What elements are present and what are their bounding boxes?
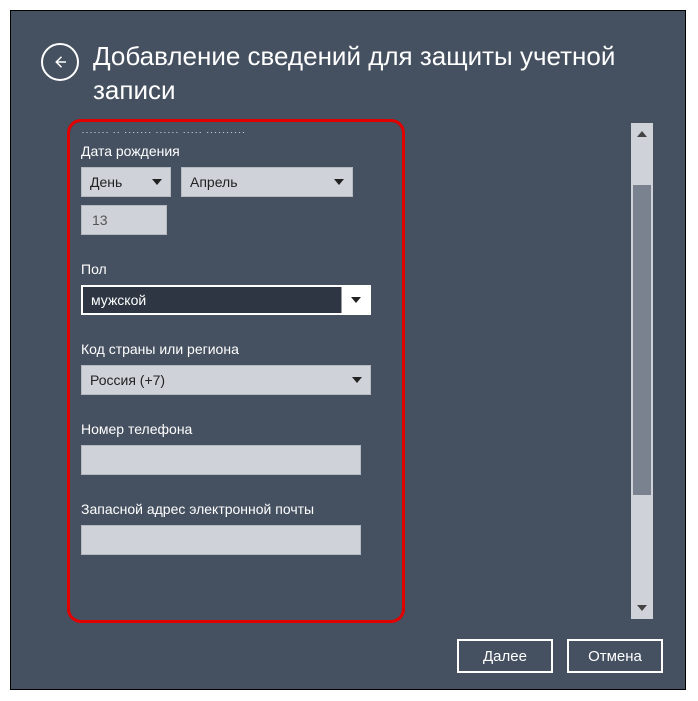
dob-month-select[interactable]: Апрель [181, 167, 353, 197]
phone-label: Номер телефона [81, 421, 391, 437]
scroll-track[interactable] [631, 145, 653, 597]
gender-group: Пол мужской [81, 261, 391, 315]
chevron-down-icon [352, 377, 362, 383]
footer-actions: Далее Отмена [457, 639, 663, 673]
country-value: Россия (+7) [90, 372, 165, 388]
gender-select[interactable]: мужской [81, 285, 371, 315]
chevron-up-icon [637, 131, 647, 137]
country-label: Код страны или региона [81, 341, 391, 357]
altemail-input[interactable] [81, 525, 361, 555]
account-form: ······· ·· ······· ······ ····· ········… [71, 123, 397, 555]
dob-month-value: Апрель [190, 174, 238, 190]
dob-group: Дата рождения День Апрель 13 [81, 143, 391, 235]
account-protection-window: Добавление сведений для защиты учетной з… [10, 10, 686, 690]
scroll-thumb[interactable] [633, 185, 651, 495]
gender-value: мужской [91, 292, 146, 308]
scroll-down-button[interactable] [631, 597, 653, 619]
altemail-group: Запасной адрес электронной почты [81, 501, 391, 555]
truncated-intro-text: ······· ·· ······· ······ ····· ········… [81, 125, 391, 133]
gender-label: Пол [81, 261, 391, 277]
header: Добавление сведений для защиты учетной з… [11, 11, 685, 107]
cancel-button[interactable]: Отмена [567, 639, 663, 673]
scroll-up-button[interactable] [631, 123, 653, 145]
page-title: Добавление сведений для защиты учетной з… [93, 39, 653, 107]
vertical-scrollbar[interactable] [631, 123, 653, 619]
country-group: Код страны или региона Россия (+7) [81, 341, 391, 395]
dob-label: Дата рождения [81, 143, 391, 159]
altemail-label: Запасной адрес электронной почты [81, 501, 391, 517]
arrow-left-icon [51, 53, 69, 71]
phone-input[interactable] [81, 445, 361, 475]
back-button[interactable] [41, 43, 79, 81]
form-scroll-body: ······· ·· ······· ······ ····· ········… [71, 123, 623, 619]
dob-day-value: День [90, 174, 122, 190]
chevron-down-icon [637, 605, 647, 611]
content-area: ······· ·· ······· ······ ····· ········… [71, 123, 653, 619]
dob-year-value: 13 [92, 212, 108, 228]
country-select[interactable]: Россия (+7) [81, 365, 371, 395]
dob-day-select[interactable]: День [81, 167, 171, 197]
phone-group: Номер телефона [81, 421, 391, 475]
chevron-down-icon [334, 179, 344, 185]
chevron-down-icon [341, 287, 369, 313]
dob-year-input[interactable]: 13 [81, 205, 167, 235]
chevron-down-icon [152, 179, 162, 185]
next-button[interactable]: Далее [457, 639, 553, 673]
